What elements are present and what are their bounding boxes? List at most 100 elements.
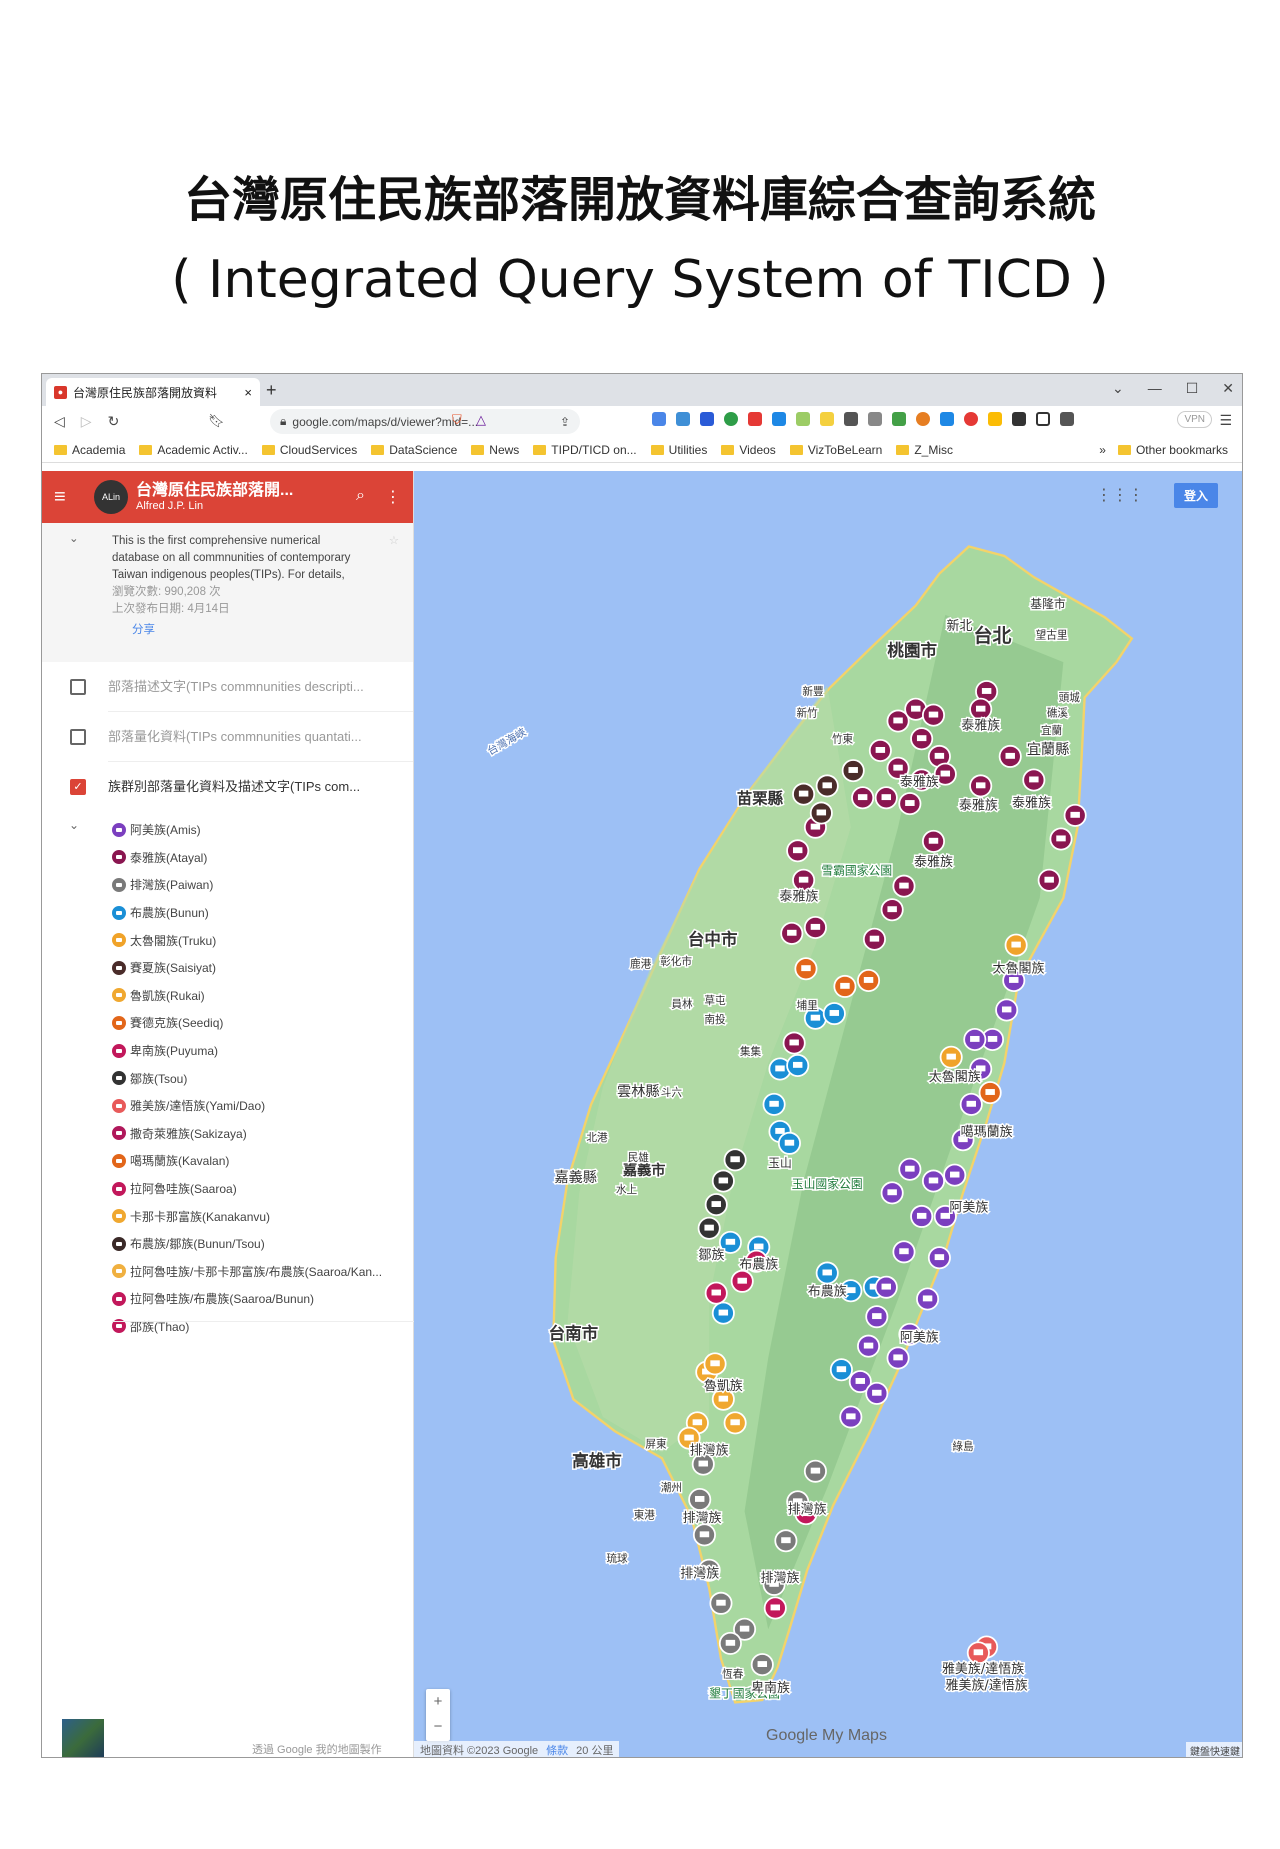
share-link[interactable]: 分享 — [132, 622, 413, 639]
legend-item[interactable]: 撒奇萊雅族(Sakizaya) — [42, 1120, 413, 1148]
hamburger-menu-icon[interactable]: ≡ — [54, 486, 94, 509]
new-tab-button[interactable]: + — [266, 380, 277, 401]
legend-item[interactable]: 泰雅族(Atayal) — [42, 844, 413, 872]
drive-icon[interactable] — [988, 412, 1002, 426]
community-marker[interactable] — [822, 1002, 846, 1026]
community-marker[interactable] — [857, 969, 881, 993]
community-marker[interactable] — [865, 1305, 889, 1329]
legend-item[interactable]: 太魯閣族(Truku) — [42, 926, 413, 954]
community-marker[interactable] — [892, 1240, 916, 1264]
community-marker[interactable] — [874, 786, 898, 810]
legend-item[interactable]: 鄒族(Tsou) — [42, 1064, 413, 1092]
bookmark-folder[interactable]: DataScience — [371, 443, 457, 457]
community-marker[interactable] — [910, 727, 934, 751]
legend-item[interactable]: 賽德克族(Seediq) — [42, 1009, 413, 1037]
community-marker[interactable] — [803, 915, 827, 939]
bookmark-folder[interactable]: News — [471, 443, 519, 457]
forward-icon[interactable]: ▷ — [81, 413, 92, 430]
community-marker[interactable] — [865, 1381, 889, 1405]
community-marker[interactable] — [774, 1529, 798, 1553]
basemap-thumbnail[interactable] — [62, 1719, 104, 1757]
collapse-chevron-icon[interactable]: ⌄ — [69, 818, 79, 832]
extension-icon[interactable] — [844, 412, 858, 426]
layer-by-tribe[interactable]: ✓ 族群別部落量化資料及描述文字(TIPs com... — [42, 762, 413, 812]
close-tab-icon[interactable]: × — [244, 385, 252, 400]
more-bookmarks-icon[interactable]: » — [1099, 443, 1106, 457]
legend-item[interactable]: 邵族(Thao) — [42, 1313, 413, 1341]
taiwan-map[interactable]: 台北桃園市新北 基隆市望古里新竹竹東 新豐苗栗縣 宜蘭縣 宜蘭 頭城礁溪台中市彰化市鹿港南… — [414, 471, 1243, 1758]
more-options-icon[interactable]: ⋮ — [385, 487, 401, 507]
reload-icon[interactable]: ↻ — [108, 413, 120, 430]
maximize-button[interactable]: ☐ — [1186, 380, 1199, 397]
brave-shield-icon[interactable]: ⛉ — [452, 412, 462, 428]
close-window-button[interactable]: ✕ — [1222, 380, 1234, 397]
community-marker[interactable] — [995, 998, 1019, 1022]
legend-item[interactable]: 布農族/鄒族(Bunun/Tsou) — [42, 1230, 413, 1258]
extension-icon[interactable] — [724, 412, 738, 426]
collapse-chevron-icon[interactable]: ⌄ — [69, 531, 79, 548]
bookmark-icon[interactable]: 🔖︎ — [208, 413, 225, 429]
bookmark-folder[interactable]: Videos — [721, 443, 776, 457]
brave-rewards-icon[interactable]: △ — [476, 412, 486, 428]
star-icon[interactable]: ☆ — [389, 533, 399, 550]
tab-search-icon[interactable]: ⌄ — [1112, 380, 1124, 397]
community-marker[interactable] — [898, 792, 922, 816]
extension-icon[interactable] — [676, 412, 690, 426]
community-marker[interactable] — [763, 1596, 787, 1620]
community-marker[interactable] — [697, 1216, 721, 1240]
community-marker[interactable] — [921, 1169, 945, 1193]
sidepanel-icon[interactable] — [1036, 412, 1050, 426]
community-marker[interactable] — [1004, 933, 1028, 957]
extension-icon[interactable] — [940, 412, 954, 426]
community-marker[interactable] — [916, 1287, 940, 1311]
scale-bar[interactable]: 20 公里 — [576, 1742, 613, 1757]
community-marker[interactable] — [966, 1641, 990, 1665]
map-canvas[interactable]: 台北 桃園市 新北 基隆市 望古里 新竹 竹東 新豐 苗栗縣 宜蘭縣 宜蘭 頭城 礁溪 台中市 彰化市 鹿港南… — [414, 471, 1243, 1758]
community-marker[interactable] — [703, 1352, 727, 1376]
layer-descriptions[interactable]: 部落描述文字(TIPs commnunities descripti... — [42, 662, 413, 712]
community-marker[interactable] — [723, 1411, 747, 1435]
community-marker[interactable] — [792, 782, 816, 806]
bookmark-folder[interactable]: Academia — [54, 443, 125, 457]
layer-quantitative[interactable]: 部落量化資料(TIPs commnunities quantati... — [42, 712, 413, 762]
community-marker[interactable] — [794, 957, 818, 981]
community-marker[interactable] — [718, 1631, 742, 1655]
community-marker[interactable] — [927, 1246, 951, 1270]
zoom-in-button[interactable]: + — [426, 1689, 450, 1714]
community-marker[interactable] — [963, 1028, 987, 1052]
legend-item[interactable]: 拉阿魯哇族(Saaroa) — [42, 1175, 413, 1203]
community-marker[interactable] — [1049, 827, 1073, 851]
community-marker[interactable] — [910, 1204, 934, 1228]
layer-checkbox-checked[interactable]: ✓ — [70, 779, 86, 795]
apps-grid-icon[interactable]: ⋮⋮⋮ — [1096, 485, 1144, 505]
community-marker[interactable] — [723, 1148, 747, 1172]
legend-item[interactable]: 噶瑪蘭族(Kavalan) — [42, 1147, 413, 1175]
community-marker[interactable] — [1037, 868, 1061, 892]
community-marker[interactable] — [711, 1169, 735, 1193]
share-icon[interactable]: ⇪ — [560, 415, 570, 429]
terms-link[interactable]: 條款 — [546, 1742, 568, 1757]
extension-icon[interactable] — [820, 412, 834, 426]
layer-checkbox[interactable] — [70, 679, 86, 695]
search-icon[interactable]: ⌕ — [356, 487, 365, 507]
community-marker[interactable] — [841, 759, 865, 783]
community-marker[interactable] — [943, 1163, 967, 1187]
community-marker[interactable] — [711, 1301, 735, 1325]
community-marker[interactable] — [815, 1261, 839, 1285]
community-marker[interactable] — [969, 697, 993, 721]
community-marker[interactable] — [786, 1053, 810, 1077]
community-marker[interactable] — [829, 1358, 853, 1382]
translate-icon[interactable] — [652, 412, 666, 426]
menu-icon[interactable]: ☰ — [1219, 412, 1232, 429]
community-marker[interactable] — [880, 898, 904, 922]
community-marker[interactable] — [839, 1405, 863, 1429]
community-marker[interactable] — [892, 874, 916, 898]
address-bar[interactable]: 🔒︎ google.com/maps/d/viewer?mid=... ⇪ — [270, 409, 580, 434]
legend-item[interactable]: 排灣族(Paiwan) — [42, 871, 413, 899]
zoom-out-button[interactable]: − — [426, 1714, 450, 1739]
extension-icon[interactable] — [772, 412, 786, 426]
legend-item[interactable]: 布農族(Bunun) — [42, 899, 413, 927]
community-marker[interactable] — [792, 868, 816, 892]
community-marker[interactable] — [750, 1653, 774, 1677]
extension-icon[interactable] — [700, 412, 714, 426]
